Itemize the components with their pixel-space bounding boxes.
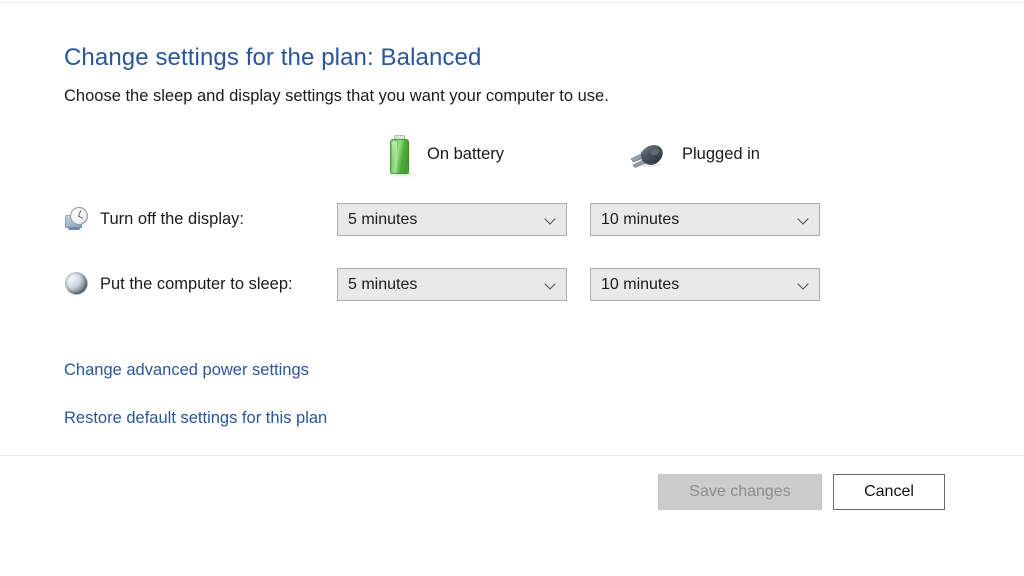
page-title: Change settings for the plan: Balanced bbox=[64, 44, 482, 71]
setting-label-turn-off-display: Turn off the display: bbox=[100, 209, 244, 228]
page-subtitle: Choose the sleep and display settings th… bbox=[64, 87, 609, 105]
power-plug-icon bbox=[628, 136, 670, 172]
chevron-down-icon bbox=[797, 278, 810, 291]
setting-label-put-computer-to-sleep: Put the computer to sleep: bbox=[100, 274, 293, 293]
column-header-on-battery: On battery bbox=[385, 132, 504, 176]
dropdown-display-on-battery-value: 5 minutes bbox=[348, 210, 418, 228]
dropdown-display-plugged-in[interactable]: 10 minutes bbox=[590, 203, 820, 236]
dropdown-display-on-battery[interactable]: 5 minutes bbox=[337, 203, 567, 236]
dropdown-sleep-plugged-in-value: 10 minutes bbox=[601, 275, 680, 293]
chevron-down-icon bbox=[544, 213, 557, 226]
footer-divider bbox=[0, 455, 1024, 456]
save-changes-button[interactable]: Save changes bbox=[658, 474, 822, 510]
chevron-down-icon bbox=[544, 278, 557, 291]
dropdown-sleep-on-battery[interactable]: 5 minutes bbox=[337, 268, 567, 301]
cancel-button[interactable]: Cancel bbox=[833, 474, 945, 510]
column-header-plugged-in: Plugged in bbox=[628, 132, 760, 176]
sleep-moon-icon bbox=[64, 271, 90, 297]
column-header-on-battery-label: On battery bbox=[427, 144, 505, 163]
link-change-advanced-power-settings[interactable]: Change advanced power settings bbox=[64, 361, 309, 380]
power-plan-settings-page: Change settings for the plan: Balanced C… bbox=[0, 0, 1024, 576]
link-restore-default-settings[interactable]: Restore default settings for this plan bbox=[64, 409, 327, 428]
dropdown-display-plugged-in-value: 10 minutes bbox=[601, 210, 680, 228]
dropdown-sleep-plugged-in[interactable]: 10 minutes bbox=[590, 268, 820, 301]
display-clock-icon bbox=[64, 206, 90, 232]
dropdown-sleep-on-battery-value: 5 minutes bbox=[348, 275, 418, 293]
chevron-down-icon bbox=[797, 213, 810, 226]
battery-icon bbox=[385, 133, 415, 176]
column-header-plugged-in-label: Plugged in bbox=[682, 144, 760, 163]
